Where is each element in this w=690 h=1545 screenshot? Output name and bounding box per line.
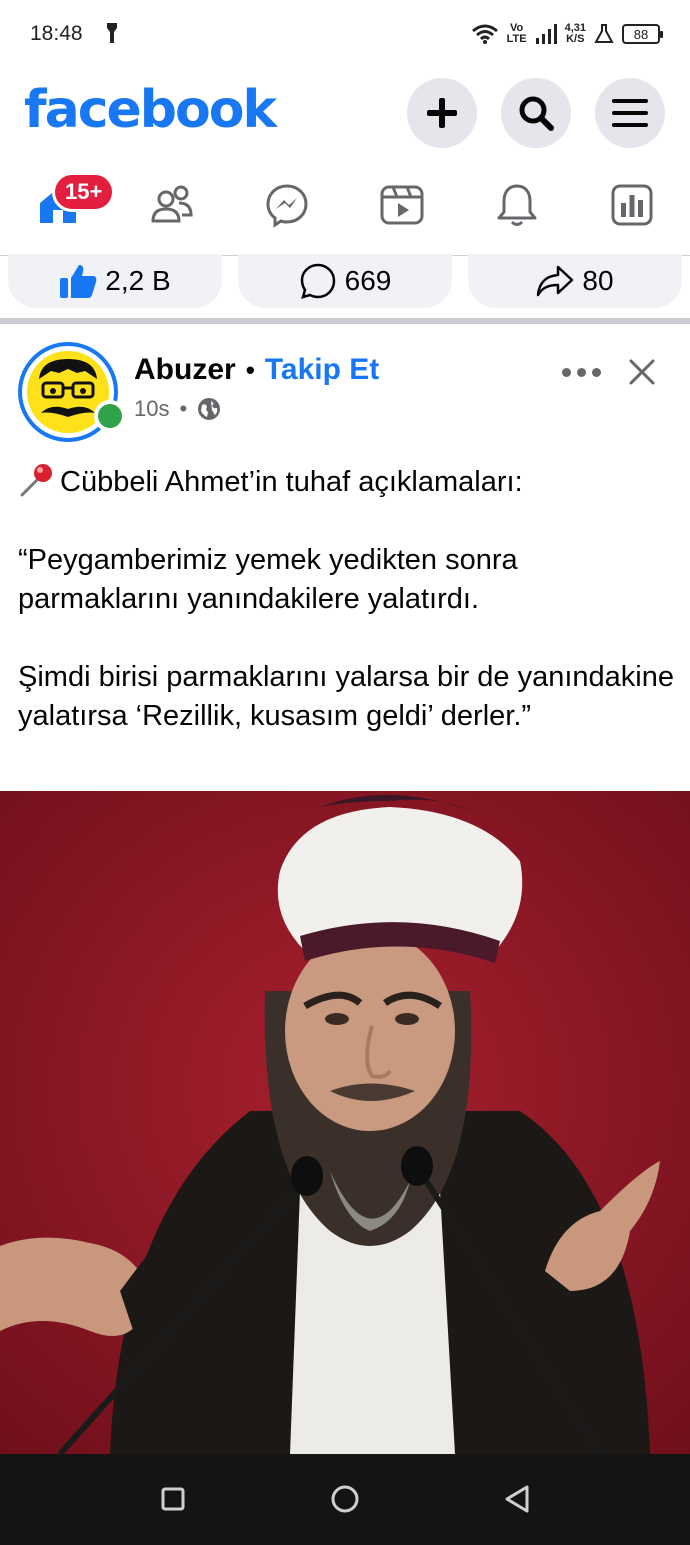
dashboard-icon <box>611 184 653 226</box>
android-navigation-bar <box>0 1454 690 1545</box>
recents-button[interactable] <box>148 1474 198 1524</box>
post-paragraph-3: “Peygamberimiz yemek yedikten sonra parm… <box>18 544 518 615</box>
video-icon <box>380 185 424 225</box>
facebook-logo[interactable]: facebook <box>24 80 277 140</box>
share-count: 80 <box>582 265 614 296</box>
comment-button[interactable]: 669 <box>238 254 452 308</box>
speed-unit: K/S <box>566 33 585 45</box>
tab-notifications[interactable] <box>487 165 547 245</box>
comment-count: 669 <box>344 265 392 296</box>
volte-bottom: LTE <box>506 33 527 45</box>
author-separator: • <box>245 354 255 385</box>
plus-icon <box>427 98 457 128</box>
battery-level: 88 <box>633 26 649 42</box>
status-bar: 18:48 Vo LTE 4,31 K/S 88 <box>0 0 690 70</box>
post-paragraph-5: Şimdi birisi parmaklarını yalarsa bir de… <box>18 661 675 732</box>
dot <box>561 367 571 377</box>
post-time[interactable]: 10s <box>134 396 169 422</box>
search-button[interactable] <box>501 78 571 148</box>
back-triangle-icon <box>505 1485 529 1513</box>
bell-icon <box>497 184 537 226</box>
share-icon <box>537 265 574 297</box>
volte-indicator: Vo LTE <box>507 23 527 45</box>
menu-button[interactable] <box>595 78 665 148</box>
tab-watch[interactable] <box>372 165 432 245</box>
post-author-row: Abuzer • Takip Et <box>134 353 379 387</box>
signal-icon <box>535 24 557 44</box>
globe-icon <box>198 398 221 420</box>
author-name[interactable]: Abuzer <box>134 353 236 387</box>
previous-post-actions: 2,2 B 669 80 <box>0 254 690 318</box>
meta-separator: • <box>179 396 188 421</box>
circle-icon <box>331 1485 359 1513</box>
messenger-icon <box>266 184 308 228</box>
follow-button[interactable]: Takip Et <box>265 353 379 387</box>
comment-icon <box>300 263 335 299</box>
search-icon <box>519 96 554 131</box>
app-header: facebook <box>0 70 690 160</box>
network-speed: 4,31 K/S <box>565 23 586 45</box>
friends-icon <box>151 185 193 223</box>
like-count: 2,2 B <box>105 265 171 296</box>
post-text: Cübbeli Ahmet’in tuhaf açıklamaları: “Pe… <box>18 462 678 736</box>
home-button[interactable] <box>320 1474 370 1524</box>
photo-illustration <box>0 791 690 1454</box>
back-button[interactable] <box>492 1474 542 1524</box>
post-paragraph-2 <box>18 502 678 541</box>
tab-professional-dashboard[interactable] <box>602 165 662 245</box>
flashlight-icon <box>107 23 117 43</box>
post-photo[interactable] <box>0 791 690 1454</box>
wifi-icon <box>471 24 498 44</box>
dot <box>591 367 601 377</box>
share-button[interactable]: 80 <box>468 254 682 308</box>
post-headline: Cübbeli Ahmet’in tuhaf açıklamaları: <box>60 466 523 498</box>
notification-badge: 15+ <box>52 172 116 212</box>
square-icon <box>161 1487 185 1511</box>
menu-icon <box>612 99 648 127</box>
tab-messenger[interactable] <box>257 165 317 245</box>
feed-separator <box>0 318 690 324</box>
more-options-button[interactable] <box>558 354 604 390</box>
online-status-dot <box>94 400 126 432</box>
pushpin-icon <box>20 464 52 497</box>
dot <box>576 367 586 377</box>
like-button[interactable]: 2,2 B <box>8 254 222 308</box>
like-icon <box>60 265 97 298</box>
close-icon[interactable] <box>624 354 660 390</box>
status-time: 18:48 <box>30 22 83 45</box>
post-paragraph-4 <box>18 619 678 658</box>
post-paragraph-1: Cübbeli Ahmet’in tuhaf açıklamaları: <box>18 462 678 502</box>
post-meta: 10s • <box>134 396 221 422</box>
status-indicators: Vo LTE 4,31 K/S 88 <box>471 20 663 48</box>
flask-icon <box>594 24 614 43</box>
battery-indicator: 88 <box>622 24 663 44</box>
create-button[interactable] <box>407 78 477 148</box>
tab-friends[interactable] <box>142 165 202 245</box>
